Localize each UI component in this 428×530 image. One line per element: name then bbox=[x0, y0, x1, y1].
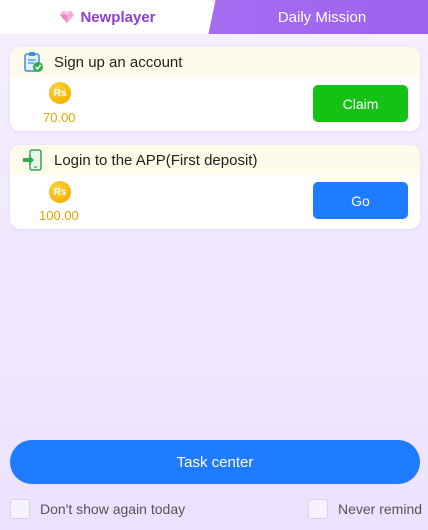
task-card-login: Login to the APP(First deposit) Rs 100.0… bbox=[10, 145, 420, 229]
task-card-signup: Sign up an account Rs 70.00 Claim bbox=[10, 47, 420, 131]
task-header: Sign up an account bbox=[10, 47, 420, 77]
task-title: Sign up an account bbox=[54, 53, 183, 71]
never-remind-label: Never remind bbox=[338, 501, 423, 517]
dont-show-today-checkbox[interactable] bbox=[10, 499, 30, 519]
task-body: Rs 70.00 Claim bbox=[10, 77, 420, 131]
tab-newplayer[interactable]: Newplayer bbox=[0, 0, 216, 34]
reward-amount: 70.00 bbox=[43, 110, 76, 125]
rupee-coin-icon: Rs bbox=[49, 181, 71, 203]
task-body: Rs 100.00 Go bbox=[10, 175, 420, 229]
phone-login-icon bbox=[23, 149, 42, 171]
dont-show-today-label: Don't show again today bbox=[40, 501, 186, 517]
tab-newplayer-label: Newplayer bbox=[80, 8, 156, 26]
go-button[interactable]: Go bbox=[313, 182, 408, 219]
dont-show-today-option[interactable]: Don't show again today bbox=[10, 498, 185, 520]
never-remind-option[interactable]: Never remind bbox=[308, 498, 422, 520]
task-header: Login to the APP(First deposit) bbox=[10, 145, 420, 175]
clipboard-check-icon bbox=[24, 52, 43, 72]
tab-bar: Newplayer Daily Mission bbox=[0, 0, 428, 34]
reward-amount: 100.00 bbox=[39, 208, 79, 223]
never-remind-checkbox[interactable] bbox=[308, 499, 328, 519]
gem-icon bbox=[60, 11, 75, 23]
tab-daily-mission[interactable]: Daily Mission bbox=[216, 0, 428, 34]
task-title: Login to the APP(First deposit) bbox=[54, 151, 258, 169]
rupee-coin-icon: Rs bbox=[49, 82, 71, 104]
tab-daily-mission-label: Daily Mission bbox=[277, 8, 367, 26]
claim-button[interactable]: Claim bbox=[313, 85, 408, 122]
task-center-button[interactable]: Task center bbox=[10, 440, 420, 484]
